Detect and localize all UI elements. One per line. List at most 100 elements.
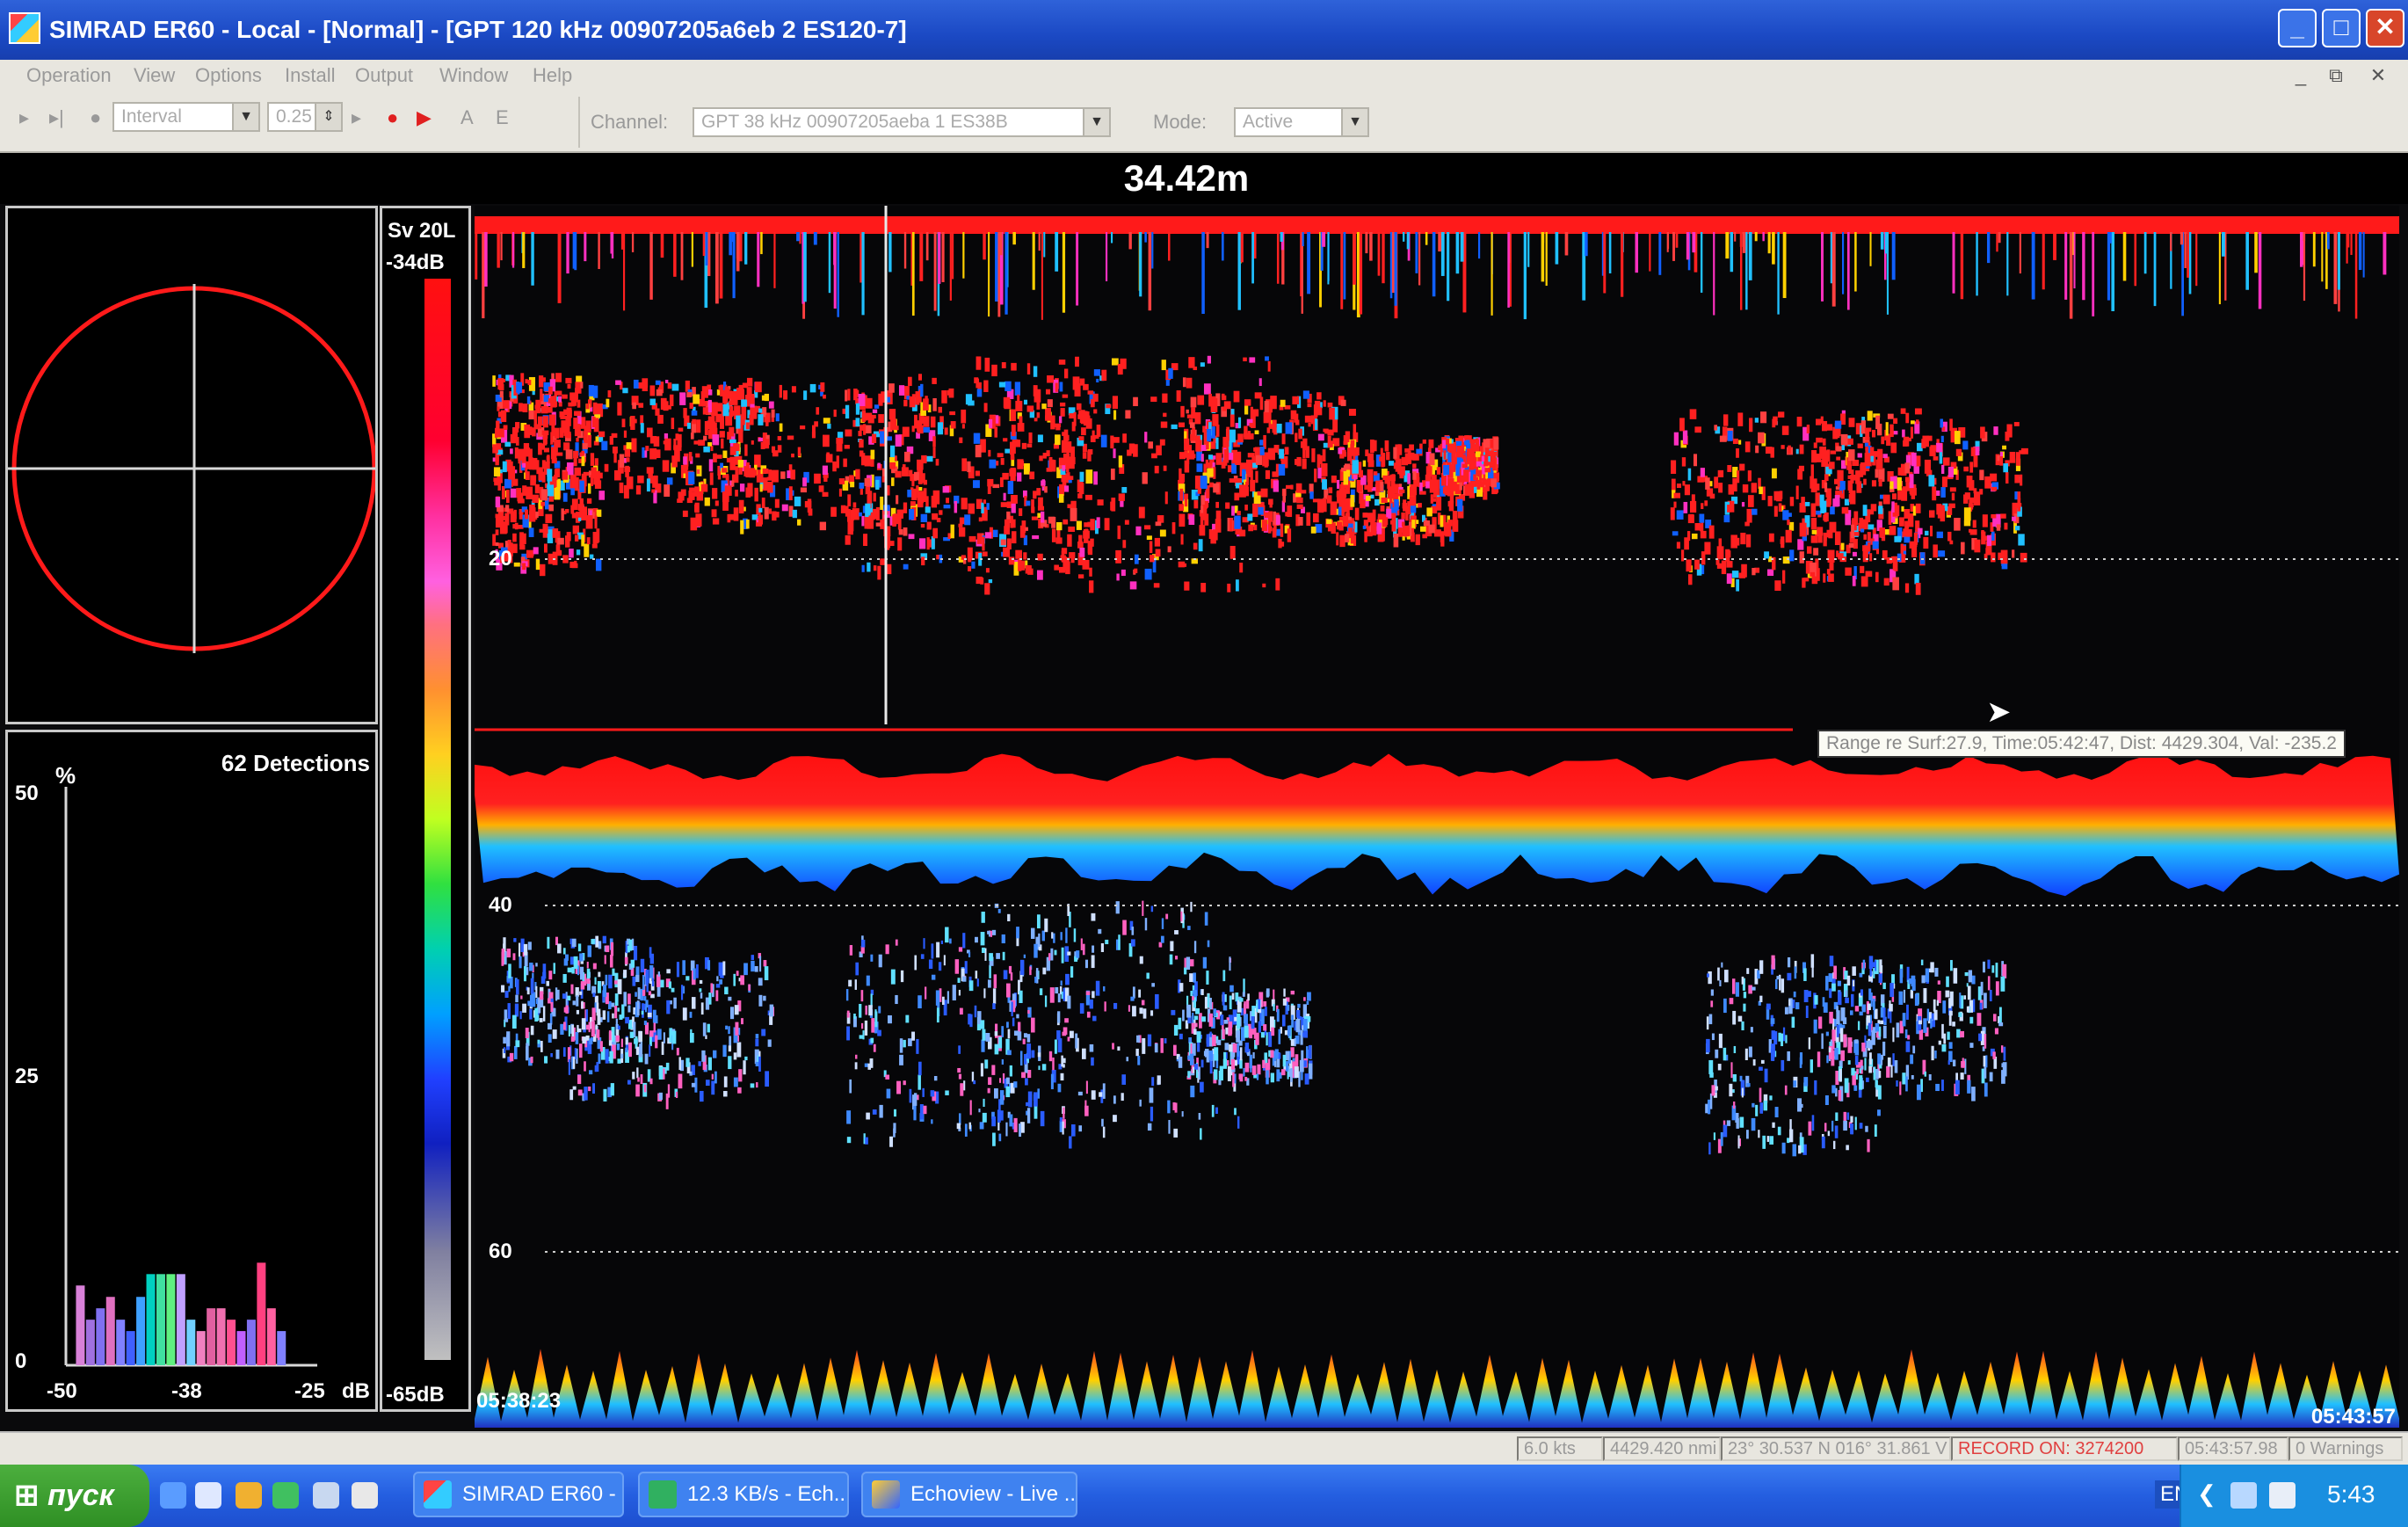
mode-select[interactable]: Active ▼ [1234,107,1369,137]
echogram-display[interactable]: 20 40 60 05:38:23 05:43:57 Range re Surf… [475,206,2399,1428]
fish-school-echo [1788,445,1791,454]
surface-noise-streak [1621,232,1624,297]
fish-school-echo [729,439,736,444]
fish-school-echo [1463,469,1469,482]
play-icon[interactable]: ▸ [19,104,29,132]
fish-school-echo [807,498,812,513]
maximize-button[interactable]: □ [2322,9,2361,47]
mdi-restore-button[interactable]: ⧉ [2322,63,2350,88]
fish-school-echo [1889,526,1897,535]
mdi-minimize-button[interactable]: _ [2287,63,2315,88]
surface-noise-streak [2031,232,2035,300]
deep-scatter-echo [1063,1058,1066,1064]
fish-school-echo [886,436,893,441]
deep-scatter-echo [1242,992,1245,997]
fish-school-echo [822,465,828,476]
record-a-button[interactable]: A [461,104,474,132]
record-dot-icon[interactable]: ● [387,104,398,132]
deep-scatter-echo [550,1001,554,1013]
fish-school-echo [1311,447,1316,462]
app-icon[interactable] [9,12,40,44]
deep-scatter-echo [913,1106,917,1121]
fish-school-echo [961,409,967,424]
deep-scatter-echo [1297,1003,1301,1008]
deep-scatter-echo [591,985,597,994]
fish-school-echo [1120,500,1124,507]
fish-school-echo [555,544,561,553]
fish-school-echo [502,461,507,473]
interval-stepper[interactable]: 0.25 ⇕ [267,102,343,132]
deep-scatter-echo [1155,993,1159,1009]
fish-school-echo [1358,469,1363,478]
fish-school-echo [991,364,997,377]
menu-view[interactable]: View [134,63,175,88]
fish-school-echo [1747,495,1754,507]
fish-school-echo [1003,438,1008,442]
menu-output[interactable]: Output [355,63,413,88]
surface-noise-streak [1402,232,1405,242]
deep-scatter-echo [1041,1064,1047,1071]
split-beam-panel[interactable] [5,206,378,724]
deep-scatter-echo [1729,1083,1733,1097]
fish-school-echo [1980,426,1985,439]
fish-school-echo [1671,460,1677,475]
fish-school-echo [1848,542,1854,549]
minimize-button[interactable]: _ [2278,9,2317,47]
fish-school-echo [968,503,976,514]
fish-school-echo [1839,481,1846,491]
fish-school-echo [758,414,764,425]
fish-school-echo [1276,423,1282,433]
fish-school-echo [1797,469,1803,480]
deep-scatter-echo [1141,1000,1145,1006]
deep-scatter-echo [997,1109,1001,1123]
step-icon[interactable]: ▸| [49,104,64,132]
fish-school-echo [695,453,700,458]
fish-school-echo [1336,532,1339,546]
deep-scatter-echo [1005,1122,1008,1137]
fish-school-echo [802,477,807,487]
deep-scatter-echo [960,1083,964,1096]
fish-school-echo [733,507,739,521]
deep-scatter-echo [980,1063,983,1077]
deep-scatter-echo [651,978,655,987]
fish-school-echo [1330,501,1338,515]
deep-scatter-echo [711,1080,715,1095]
record-play-icon[interactable]: ▶ [417,104,432,132]
menu-options[interactable]: Options [195,63,262,88]
menu-help[interactable]: Help [533,63,572,88]
menu-install[interactable]: Install [285,63,335,88]
menu-window[interactable]: Window [439,63,508,88]
fish-school-echo [542,462,548,467]
fish-school-echo [2004,522,2008,530]
close-button[interactable]: ✕ [2366,9,2404,47]
surface-noise-streak [1739,232,1743,310]
deep-scatter-echo [893,1128,896,1138]
deep-scatter-echo [580,981,585,990]
advance-icon[interactable]: ▸ [352,104,361,132]
record-e-button[interactable]: E [496,104,509,132]
deep-scatter-echo [1732,1010,1737,1025]
deep-scatter-echo [1814,1080,1817,1095]
deep-scatter-echo [758,978,763,986]
fish-school-echo [890,418,897,430]
deep-scatter-echo [1739,1075,1743,1082]
deep-scatter-echo [504,1009,508,1020]
mdi-close-button[interactable]: ✕ [2364,63,2392,88]
title-bar[interactable]: SIMRAD ER60 - Local - [Normal] - [GPT 12… [0,0,2408,60]
deep-scatter-echo [1234,1059,1237,1066]
deep-scatter-echo [507,1003,511,1020]
fish-school-echo [1760,411,1767,424]
single-ping-icon[interactable]: ● [90,104,101,132]
fish-school-echo [1200,454,1204,462]
fish-school-echo [1871,480,1877,487]
ping-mode-select[interactable]: Interval ▼ [112,102,260,132]
color-scale-panel[interactable]: Sv 20L -34dB -65dB [380,206,471,1412]
ts-histogram-panel[interactable]: 62 Detections % 50 25 0 -50 -38 -25 dB [5,730,378,1412]
fish-school-echo [562,555,569,564]
deep-scatter-echo [896,1080,902,1094]
deep-scatter-echo [1290,990,1295,995]
menu-operation[interactable]: Operation [26,63,112,88]
channel-select[interactable]: GPT 38 kHz 00907205aeba 1 ES38B ▼ [693,107,1111,137]
deep-scatter-echo [698,1061,701,1066]
deep-scatter-echo [909,1088,912,1103]
